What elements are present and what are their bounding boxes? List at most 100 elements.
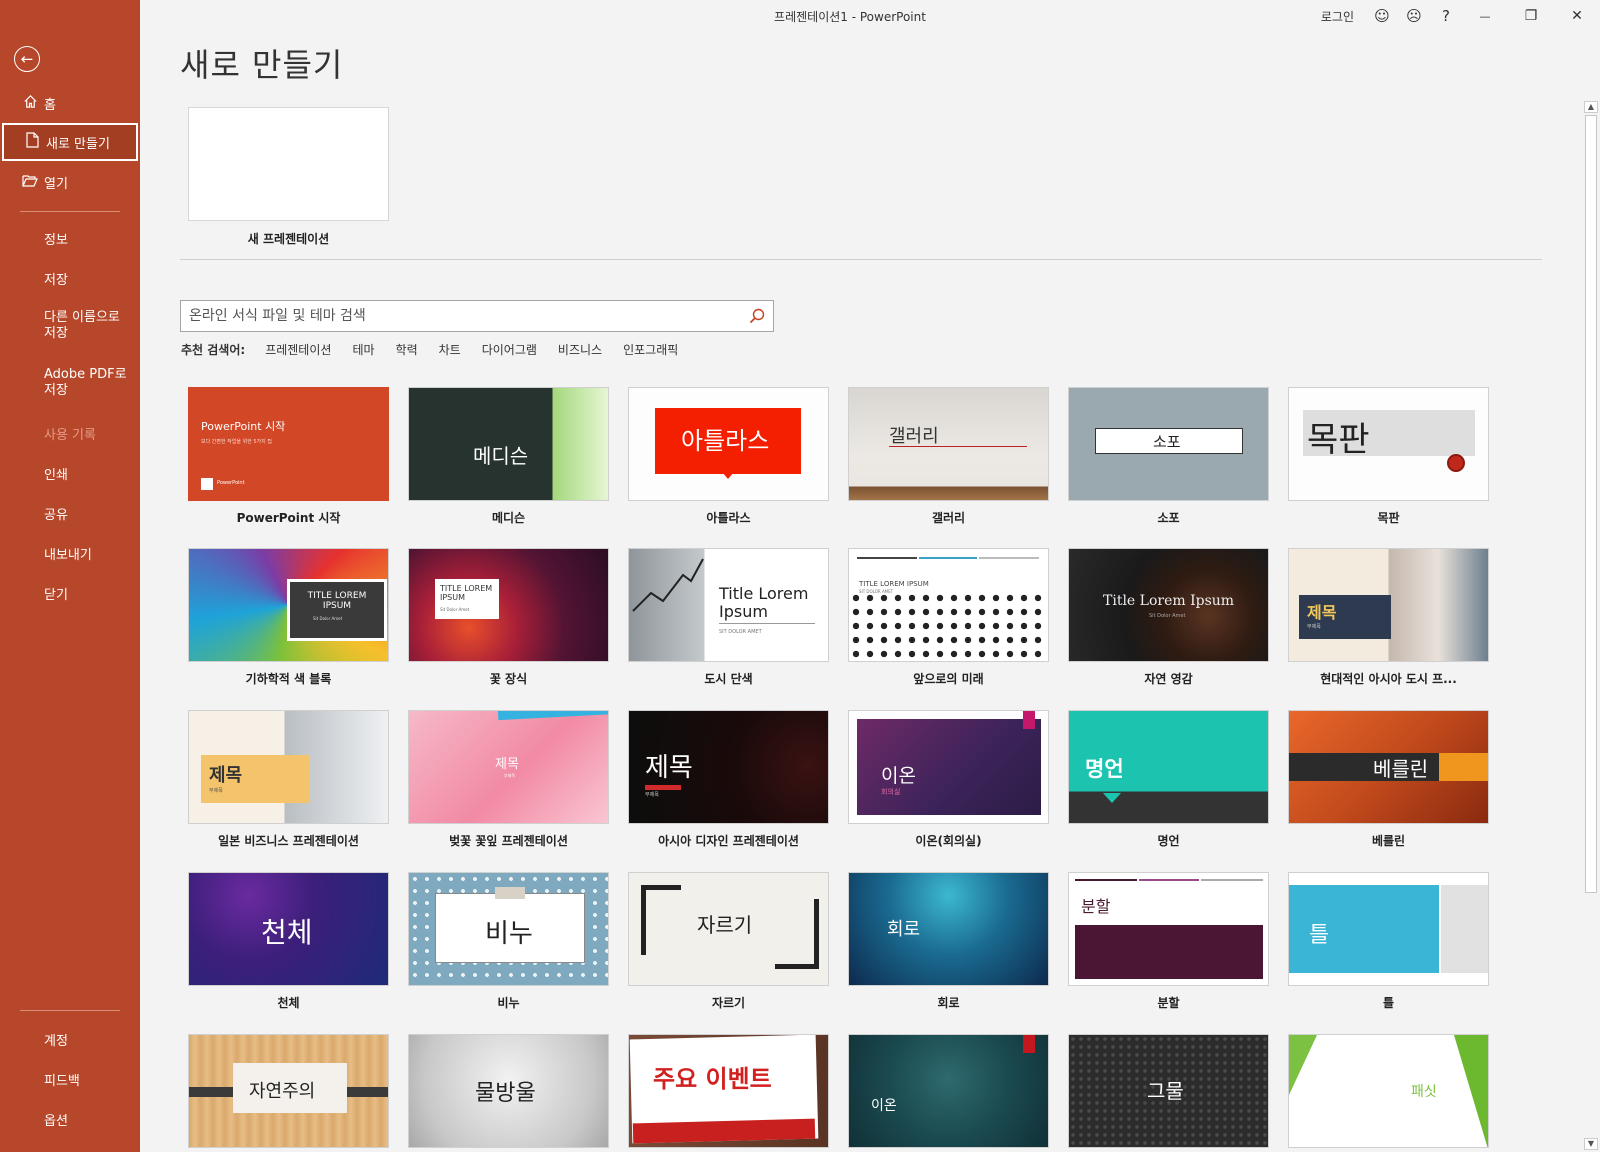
- template-thumbnail[interactable]: 분할: [1068, 872, 1269, 986]
- template-thumbnail[interactable]: Title Lorem Ipsum Sit Dolor Amet: [1068, 548, 1269, 662]
- sidebar-item-label: 새로 만들기: [46, 136, 110, 152]
- template-tile[interactable]: 자연주의: [188, 1034, 389, 1148]
- template-thumbnail[interactable]: 주요 이벤트: [628, 1034, 829, 1148]
- template-tile[interactable]: TITLE LOREM IPSUM SIT DOLOR AMET 앞으로의 미래: [848, 548, 1049, 687]
- template-tile[interactable]: 아틀라스 아틀라스: [628, 387, 829, 526]
- sidebar-item-export[interactable]: 내보내기: [0, 544, 140, 563]
- sidebar-item-info[interactable]: 정보: [0, 229, 140, 248]
- template-tile[interactable]: 베를린 베를린: [1288, 710, 1489, 849]
- template-tile[interactable]: 천체 천체: [188, 872, 389, 1011]
- template-tile[interactable]: 주요 이벤트: [628, 1034, 829, 1148]
- template-tile[interactable]: 제목 부제목 아시아 디자인 프레젠테이션: [628, 710, 829, 849]
- template-thumbnail[interactable]: 자르기: [628, 872, 829, 986]
- template-thumbnail[interactable]: 제목 부제목: [188, 710, 389, 824]
- template-tile[interactable]: 물방울: [408, 1034, 609, 1148]
- template-thumbnail[interactable]: 베를린: [1288, 710, 1489, 824]
- template-tile[interactable]: 소포 소포: [1068, 387, 1269, 526]
- template-tile[interactable]: 목판 목판: [1288, 387, 1489, 526]
- sidebar-item-feedback[interactable]: 피드백: [0, 1070, 140, 1089]
- template-thumbnail[interactable]: PowerPoint 시작 보다 간편한 작업을 위한 5가지 팁 PowerP…: [188, 387, 389, 501]
- suggested-keyword[interactable]: 인포그래픽: [623, 341, 678, 358]
- template-tile[interactable]: 틀 틀: [1288, 872, 1489, 1011]
- template-tile[interactable]: 제목 부제목 일본 비즈니스 프레젠테이션: [188, 710, 389, 849]
- scroll-up-icon[interactable]: ▲: [1584, 101, 1598, 113]
- template-tile[interactable]: 회로 회로: [848, 872, 1049, 1011]
- template-thumbnail[interactable]: 제목 부제목: [628, 710, 829, 824]
- restore-icon[interactable]: ❐: [1508, 8, 1554, 24]
- template-thumbnail[interactable]: 천체: [188, 872, 389, 986]
- template-thumbnail[interactable]: 제목 부제목: [1288, 548, 1489, 662]
- template-tile[interactable]: 갤러리 갤러리: [848, 387, 1049, 526]
- template-thumbnail[interactable]: 이온: [848, 1034, 1049, 1148]
- sidebar-item-new[interactable]: 새로 만들기: [2, 123, 138, 161]
- template-thumbnail[interactable]: 패싯: [1288, 1034, 1489, 1148]
- suggested-keyword[interactable]: 테마: [352, 341, 374, 358]
- template-tile[interactable]: 제목 부제목 벚꽃 꽃잎 프레젠테이션: [408, 710, 609, 849]
- template-tile[interactable]: Title Lorem Ipsum SIT DOLOR AMET 도시 단색: [628, 548, 829, 687]
- template-tile[interactable]: 비누 비누: [408, 872, 609, 1011]
- sidebar-divider: [20, 1010, 120, 1011]
- template-thumbnail[interactable]: Title Lorem Ipsum SIT DOLOR AMET: [628, 548, 829, 662]
- sidebar-item-save-as[interactable]: 다른 이름으로 저장: [0, 310, 140, 342]
- template-thumbnail[interactable]: 비누: [408, 872, 609, 986]
- scrollbar-thumb[interactable]: [1585, 115, 1597, 893]
- sidebar-item-print[interactable]: 인쇄: [0, 464, 140, 483]
- sidebar-item-label: 계정: [44, 1034, 68, 1049]
- sidebar-item-account[interactable]: 계정: [0, 1030, 140, 1049]
- template-thumbnail[interactable]: 회로: [848, 872, 1049, 986]
- template-thumbnail[interactable]: TITLE LOREM IPSUM Sit Dolor Amet: [188, 548, 389, 662]
- template-tile[interactable]: 그물: [1068, 1034, 1269, 1148]
- suggested-keyword[interactable]: 학력: [396, 341, 418, 358]
- template-thumbnail[interactable]: 틀: [1288, 872, 1489, 986]
- template-tile[interactable]: PowerPoint 시작 보다 간편한 작업을 위한 5가지 팁 PowerP…: [188, 387, 389, 526]
- sidebar-item-options[interactable]: 옵션: [0, 1110, 140, 1129]
- template-tile[interactable]: 이온 회의실 이온(회의실): [848, 710, 1049, 849]
- template-tile[interactable]: TITLE LOREM IPSUM Sit Dolor Amet 꽃 장식: [408, 548, 609, 687]
- template-thumbnail[interactable]: 명언: [1068, 710, 1269, 824]
- suggested-keyword[interactable]: 비즈니스: [558, 341, 602, 358]
- sidebar-item-open[interactable]: 열기: [0, 171, 140, 193]
- smile-feedback-icon[interactable]: ☺: [1366, 7, 1398, 25]
- template-tile[interactable]: 패싯: [1288, 1034, 1489, 1148]
- template-thumbnail[interactable]: 자연주의: [188, 1034, 389, 1148]
- template-thumbnail[interactable]: TITLE LOREM IPSUM Sit Dolor Amet: [408, 548, 609, 662]
- template-tile[interactable]: TITLE LOREM IPSUM Sit Dolor Amet 기하학적 색 …: [188, 548, 389, 687]
- help-icon[interactable]: ?: [1430, 7, 1462, 25]
- search-icon[interactable]: [741, 301, 773, 331]
- template-tile[interactable]: 자르기 자르기: [628, 872, 829, 1011]
- thumb-title: 제목: [645, 753, 693, 783]
- template-thumbnail[interactable]: 그물: [1068, 1034, 1269, 1148]
- signin-link[interactable]: 로그인: [1321, 8, 1354, 25]
- template-tile[interactable]: 제목 부제목 현대적인 아시아 도시 프...: [1288, 548, 1489, 687]
- template-thumbnail[interactable]: 아틀라스: [628, 387, 829, 501]
- suggested-keyword[interactable]: 다이어그램: [482, 341, 537, 358]
- template-tile[interactable]: 명언 명언: [1068, 710, 1269, 849]
- sidebar-item-save-pdf[interactable]: Adobe PDF로 저장: [0, 367, 140, 399]
- sidebar-item-save[interactable]: 저장: [0, 269, 140, 288]
- blank-presentation-thumbnail[interactable]: [188, 107, 389, 221]
- sidebar-item-home[interactable]: 홈: [0, 92, 140, 114]
- template-search-input[interactable]: [181, 308, 741, 324]
- suggested-keyword[interactable]: 프레젠테이션: [265, 341, 331, 358]
- template-thumbnail[interactable]: 메디슨: [408, 387, 609, 501]
- template-thumbnail[interactable]: 이온 회의실: [848, 710, 1049, 824]
- scroll-down-icon[interactable]: ▼: [1584, 1138, 1598, 1150]
- suggested-keyword[interactable]: 차트: [439, 341, 461, 358]
- template-thumbnail[interactable]: TITLE LOREM IPSUM SIT DOLOR AMET: [848, 548, 1049, 662]
- template-tile[interactable]: 메디슨 메디슨: [408, 387, 609, 526]
- template-thumbnail[interactable]: 갤러리: [848, 387, 1049, 501]
- close-icon[interactable]: ✕: [1554, 8, 1600, 24]
- template-thumbnail[interactable]: 소포: [1068, 387, 1269, 501]
- template-thumbnail[interactable]: 물방울: [408, 1034, 609, 1148]
- minimize-icon[interactable]: —: [1462, 10, 1508, 23]
- template-tile[interactable]: Title Lorem Ipsum Sit Dolor Amet 자연 영감: [1068, 548, 1269, 687]
- template-tile[interactable]: 분할 분할: [1068, 872, 1269, 1011]
- sidebar-item-share[interactable]: 공유: [0, 504, 140, 523]
- frown-feedback-icon[interactable]: ☹: [1398, 7, 1430, 25]
- template-tile[interactable]: 이온: [848, 1034, 1049, 1148]
- template-thumbnail[interactable]: 목판: [1288, 387, 1489, 501]
- sidebar-item-close[interactable]: 닫기: [0, 584, 140, 603]
- back-arrow-icon[interactable]: ←: [14, 46, 40, 72]
- template-thumbnail[interactable]: 제목 부제목: [408, 710, 609, 824]
- template-name: 현대적인 아시아 도시 프...: [1320, 672, 1457, 686]
